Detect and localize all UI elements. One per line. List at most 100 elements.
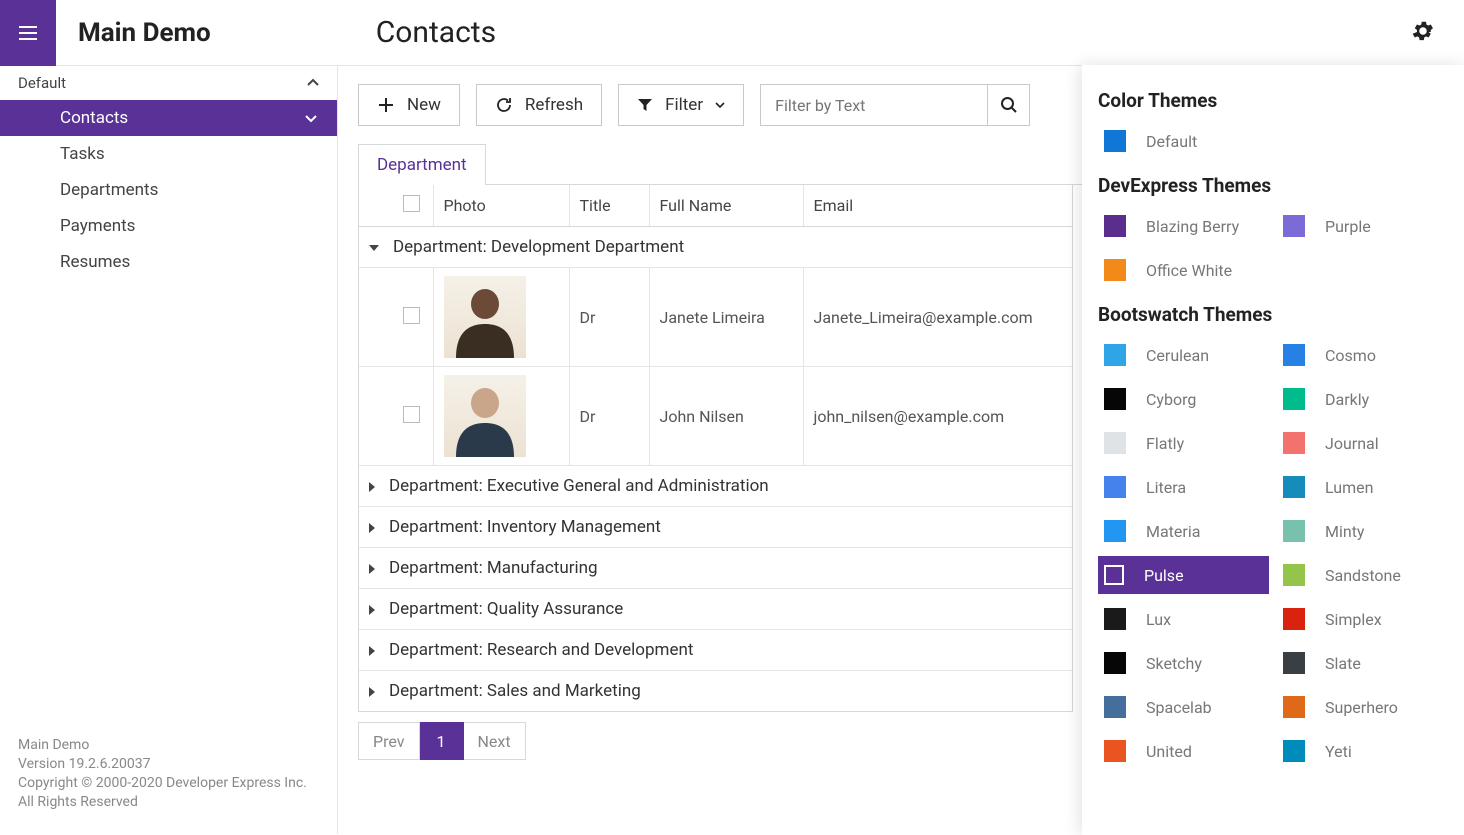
color-swatch [1283,344,1305,366]
theme-label: Default [1146,132,1197,151]
color-swatch [1104,652,1126,674]
theme-cosmo[interactable]: Cosmo [1277,336,1448,374]
group-row[interactable]: Department: Research and Development [359,630,1072,671]
filter-text-input[interactable] [760,84,988,126]
theme-label: United [1146,742,1192,761]
hamburger-button[interactable] [0,0,56,66]
theme-journal[interactable]: Journal [1277,424,1448,462]
group-row[interactable]: Department: Manufacturing [359,548,1072,589]
nav-group-header[interactable]: Default [0,66,337,100]
group-label: Department: Inventory Management [389,517,661,537]
theme-cerulean[interactable]: Cerulean [1098,336,1269,374]
col-email[interactable]: Email [803,185,1072,227]
tab-department[interactable]: Department [358,144,486,185]
col-photo[interactable]: Photo [433,185,569,227]
color-swatch [1283,564,1305,586]
theme-united[interactable]: United [1098,732,1269,770]
theme-label: Purple [1325,217,1371,236]
theme-label: Superhero [1325,698,1398,717]
theme-darkly[interactable]: Darkly [1277,380,1448,418]
theme-cyborg[interactable]: Cyborg [1098,380,1269,418]
color-swatch [1104,696,1126,718]
sidebar-item-departments[interactable]: Departments [0,172,337,208]
theme-litera[interactable]: Litera [1098,468,1269,506]
theme-slate[interactable]: Slate [1277,644,1448,682]
header-checkbox[interactable] [403,195,420,212]
contacts-grid: Photo Title Full Name Email Department: … [358,185,1073,712]
theme-label: Pulse [1144,566,1184,585]
triangle-right-icon [369,687,375,697]
group-row[interactable]: Department: Inventory Management [359,507,1072,548]
color-swatch [1104,740,1126,762]
table-row[interactable]: Dr Janete Limeira Janete_Limeira@example… [359,268,1072,367]
theme-section-bootswatch: Bootswatch Themes [1098,303,1448,326]
filter-group [760,84,1030,126]
theme-label: Lumen [1325,478,1373,497]
table-row[interactable]: Dr John Nilsen john_nilsen@example.com [359,367,1072,466]
color-swatch [1104,259,1126,281]
theme-label: Materia [1146,522,1200,541]
sidebar-item-contacts[interactable]: Contacts [0,100,337,136]
theme-label: Simplex [1325,610,1382,629]
theme-minty[interactable]: Minty [1277,512,1448,550]
theme-label: Litera [1146,478,1186,497]
theme-label: Sandstone [1325,566,1401,585]
theme-materia[interactable]: Materia [1098,512,1269,550]
col-title[interactable]: Title [569,185,649,227]
triangle-right-icon [369,646,375,656]
theme-lux[interactable]: Lux [1098,600,1269,638]
group-row[interactable]: Department: Executive General and Admini… [359,466,1072,507]
theme-office-white[interactable]: Office White [1098,251,1269,289]
page-next[interactable]: Next [464,722,526,760]
theme-superhero[interactable]: Superhero [1277,688,1448,726]
email-cell: Janete_Limeira@example.com [803,268,1072,367]
triangle-right-icon [369,605,375,615]
color-swatch [1104,130,1126,152]
theme-lumen[interactable]: Lumen [1277,468,1448,506]
theme-yeti[interactable]: Yeti [1277,732,1448,770]
theme-purple[interactable]: Purple [1277,207,1448,245]
new-label: New [407,95,441,115]
footer-line-1: Main Demo [18,736,319,755]
app-title: Main Demo [78,18,211,48]
row-checkbox[interactable] [403,406,420,423]
color-swatch [1283,652,1305,674]
theme-sketchy[interactable]: Sketchy [1098,644,1269,682]
triangle-right-icon [369,564,375,574]
photo-cell [444,276,526,358]
sidebar-item-payments[interactable]: Payments [0,208,337,244]
group-row[interactable]: Department: Sales and Marketing [359,671,1072,712]
footer-line-3: Copyright © 2000-2020 Developer Express … [18,774,319,793]
search-button[interactable] [988,84,1030,126]
filter-button[interactable]: Filter [618,84,744,126]
group-row[interactable]: Department: Quality Assurance [359,589,1072,630]
group-row[interactable]: Department: Development Department [359,227,1072,268]
triangle-right-icon [369,523,375,533]
hamburger-icon [16,21,40,45]
theme-flatly[interactable]: Flatly [1098,424,1269,462]
col-full-name[interactable]: Full Name [649,185,803,227]
theme-sandstone[interactable]: Sandstone [1277,556,1448,594]
theme-simplex[interactable]: Simplex [1277,600,1448,638]
sidebar-item-tasks[interactable]: Tasks [0,136,337,172]
page-1[interactable]: 1 [420,722,464,760]
color-swatch [1283,520,1305,542]
theme-label: Spacelab [1146,698,1212,717]
theme-pulse[interactable]: Pulse [1098,556,1269,594]
row-checkbox[interactable] [403,307,420,324]
nav-group-label: Default [18,74,66,92]
new-button[interactable]: New [358,84,460,126]
refresh-button[interactable]: Refresh [476,84,602,126]
color-swatch [1104,388,1126,410]
theme-spacelab[interactable]: Spacelab [1098,688,1269,726]
theme-blazing-berry[interactable]: Blazing Berry [1098,207,1269,245]
theme-default[interactable]: Default [1098,122,1448,160]
color-swatch [1104,476,1126,498]
page-prev[interactable]: Prev [358,722,420,760]
settings-button[interactable] [1410,18,1436,48]
color-swatch [1104,344,1126,366]
sidebar-item-resumes[interactable]: Resumes [0,244,337,280]
color-swatch [1283,388,1305,410]
theme-label: Darkly [1325,390,1369,409]
theme-label: Cerulean [1146,346,1209,365]
